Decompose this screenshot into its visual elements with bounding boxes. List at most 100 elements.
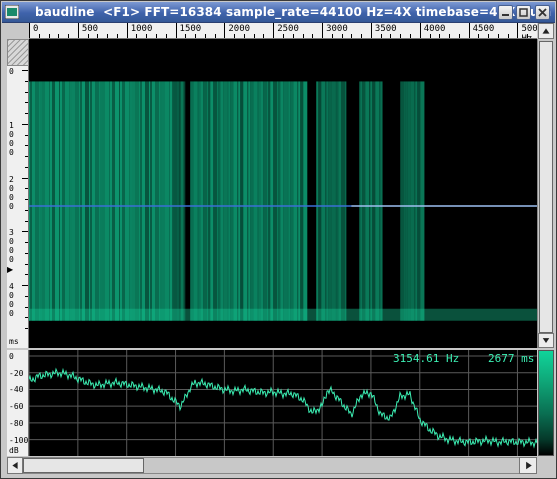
spectrogram-streak xyxy=(39,81,40,321)
spectrogram-streak xyxy=(326,81,329,321)
time-tick xyxy=(22,231,28,233)
spectrogram-streak xyxy=(85,81,89,321)
spectrogram-streak xyxy=(280,81,284,321)
spectrogram-streak xyxy=(142,81,145,321)
frequency-ruler[interactable]: 0 500 1000 1500 2000 2500 3000 3500 4000 4500 5000… xyxy=(29,23,537,39)
baudline-window: baudline <F1> FFT=16384 sample_rate=4410… xyxy=(0,0,557,479)
frequency-tick xyxy=(175,23,177,38)
spectrogram-streak xyxy=(218,81,221,321)
spectrogram-streak xyxy=(112,81,115,321)
frequency-tick xyxy=(419,23,421,38)
spectrogram-streak xyxy=(200,81,204,321)
time-tick-label-char: 0 xyxy=(9,309,14,319)
frequency-minor-tick xyxy=(97,34,99,38)
spectrogram-streak xyxy=(203,81,208,321)
vertical-scroll-thumb[interactable] xyxy=(539,41,553,333)
horizontal-scroll-thumb[interactable] xyxy=(23,458,144,473)
frequency-readout: 3154.61 Hz xyxy=(393,352,460,365)
spectrogram-streak xyxy=(102,81,105,321)
time-ruler[interactable]: ▶ ms 01000200030004000 xyxy=(7,66,29,348)
time-minor-tick xyxy=(25,242,28,244)
spectrogram-streak xyxy=(60,81,62,321)
spectrogram-streak xyxy=(283,81,288,321)
spectrogram-streak xyxy=(287,81,289,321)
spectrogram-streak xyxy=(65,81,69,321)
spectrogram-streak xyxy=(278,81,281,321)
spectrogram-streak xyxy=(365,81,370,321)
frequency-minor-tick xyxy=(195,34,197,38)
frequency-tick xyxy=(322,23,324,38)
frequency-minor-tick xyxy=(341,34,343,38)
spectrogram-streak xyxy=(42,81,45,321)
db-tick-label: -20 xyxy=(9,368,24,378)
frequency-tick xyxy=(370,23,372,38)
spectrogram-streak xyxy=(293,81,298,321)
frequency-tick-label: 1000 xyxy=(130,24,153,34)
frequency-minor-tick xyxy=(214,34,216,38)
frequency-tick xyxy=(29,23,30,38)
spectrogram-streak xyxy=(253,81,258,321)
frequency-tick-label: 4500 xyxy=(472,24,495,34)
frequency-minor-tick xyxy=(390,34,392,38)
time-cursor-arrow-icon: ▶ xyxy=(7,265,14,274)
spectrogram-streak xyxy=(30,81,32,321)
db-tick-label: dB xyxy=(9,446,19,455)
maximize-button[interactable] xyxy=(516,5,531,20)
spectrogram-streak xyxy=(49,81,50,321)
frequency-tick-label: 2000 xyxy=(228,24,251,34)
spectrogram-streak xyxy=(150,81,152,321)
app-icon xyxy=(5,5,19,19)
time-readout: 2677 ms xyxy=(488,352,535,365)
spectrogram-streak xyxy=(115,81,119,321)
frequency-tick-label: 2500 xyxy=(277,24,299,34)
spectrogram-streak xyxy=(237,81,239,321)
frequency-minor-tick xyxy=(107,34,109,38)
close-icon xyxy=(538,8,547,17)
vscroll-down-button[interactable] xyxy=(538,333,554,348)
arrow-up-icon xyxy=(542,28,550,34)
spectrogram-streak xyxy=(140,81,142,321)
spectrogram-streak xyxy=(238,81,241,321)
frequency-minor-tick xyxy=(351,34,353,38)
spectrum-display[interactable] xyxy=(29,350,537,456)
frequency-tick xyxy=(126,23,128,38)
spectrogram-streak xyxy=(55,81,59,321)
spectrogram-streak xyxy=(336,81,339,321)
hscroll-left-button[interactable] xyxy=(7,457,23,474)
spectrogram-display[interactable] xyxy=(29,39,537,348)
spectrogram-streak xyxy=(227,81,229,321)
spectrogram-streak xyxy=(75,81,79,321)
hscroll-right-button[interactable] xyxy=(519,457,537,474)
db-tick-label: -100 xyxy=(9,435,29,445)
minimize-button[interactable] xyxy=(498,5,513,20)
spectrogram-streak xyxy=(109,81,110,321)
spectrogram-streak xyxy=(417,81,421,321)
color-aperture-bar[interactable] xyxy=(538,350,554,456)
spectrogram-streak xyxy=(372,81,376,321)
time-minor-tick xyxy=(25,263,28,265)
time-tick xyxy=(22,123,28,125)
close-button[interactable] xyxy=(535,5,550,20)
spectrogram-streak xyxy=(321,81,326,321)
spectrogram-streak xyxy=(177,81,179,321)
db-tick-label: 0 xyxy=(9,352,14,361)
minimize-icon xyxy=(502,14,509,16)
frequency-minor-tick xyxy=(302,34,304,38)
vscroll-up-button[interactable] xyxy=(538,23,554,39)
spectrogram-streak xyxy=(230,81,234,321)
spectrogram-streak xyxy=(29,81,30,321)
spectrogram-streak xyxy=(415,81,418,321)
time-minor-tick xyxy=(25,156,28,158)
spectrogram-streak xyxy=(270,81,274,321)
spectrogram-streak xyxy=(248,81,251,321)
spectrogram-streak xyxy=(198,81,201,321)
spectrogram-streak xyxy=(288,81,291,321)
spectrogram-streak xyxy=(400,81,405,321)
frequency-tick-label: 5000 Hz xyxy=(521,24,537,38)
spectrogram-streak xyxy=(404,81,406,321)
time-tick xyxy=(22,70,28,71)
spectrogram-streak xyxy=(173,81,178,321)
spectrogram-streak xyxy=(240,81,244,321)
title-bar[interactable]: baudline <F1> FFT=16384 sample_rate=4410… xyxy=(2,2,555,23)
spectrogram-streak xyxy=(298,81,301,321)
